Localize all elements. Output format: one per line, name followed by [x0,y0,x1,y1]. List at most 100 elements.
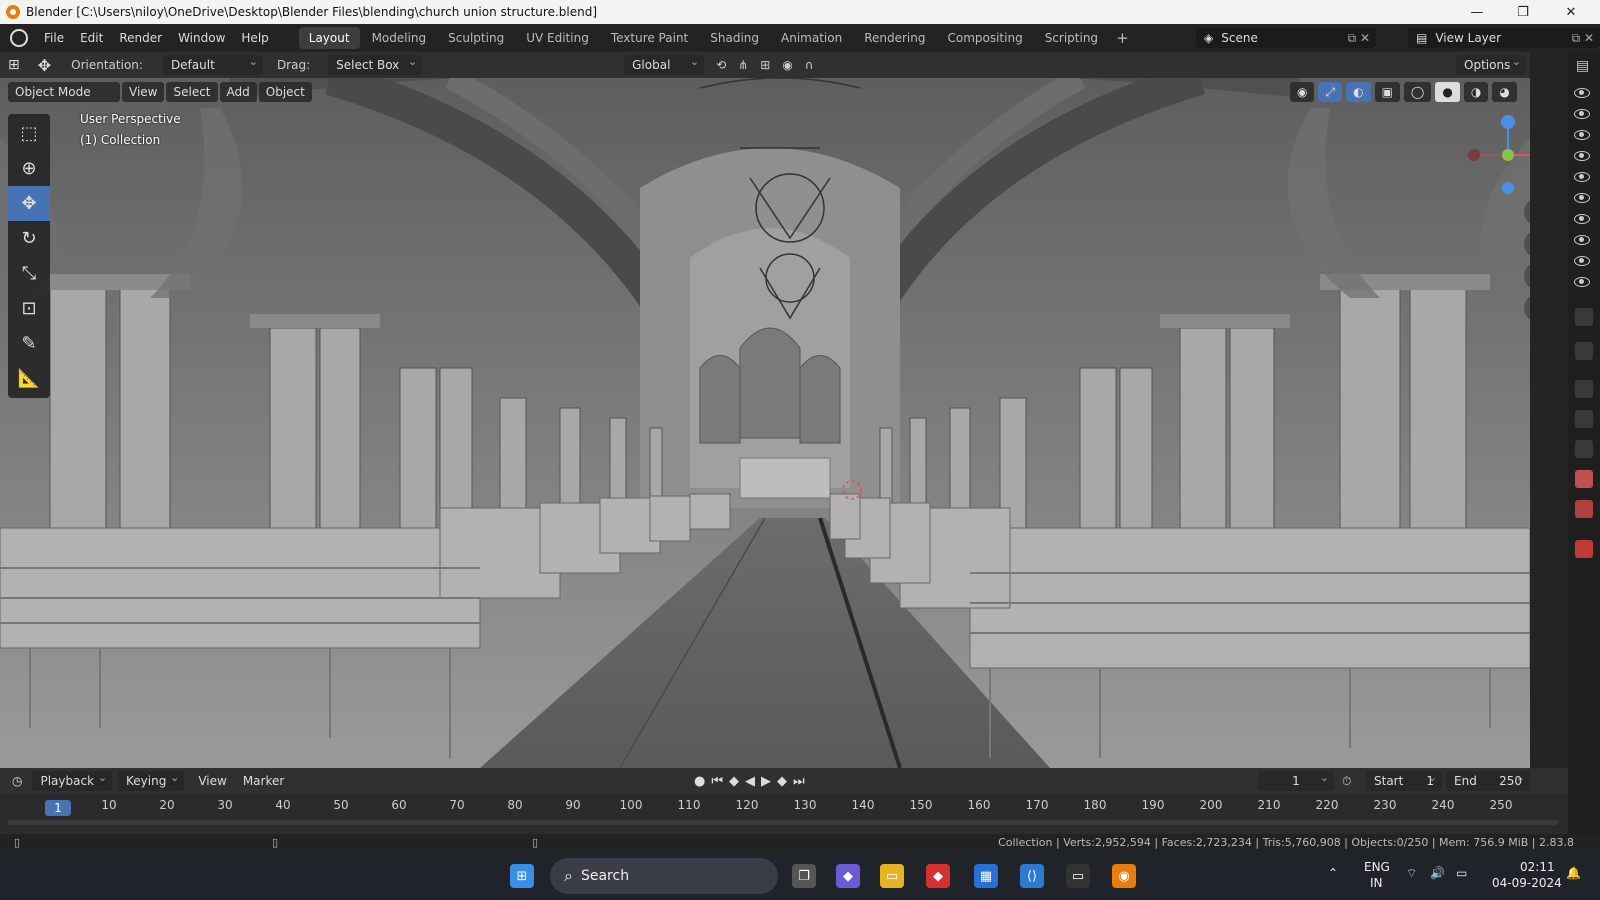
pivot-point-icon[interactable]: ⟲ [716,58,726,72]
jump-end-icon[interactable]: ⏭ [793,774,811,789]
output-properties-tab-icon[interactable] [1575,410,1593,428]
store-icon[interactable]: ▦ [974,864,998,888]
preview-range-icon[interactable]: ⏱ [1342,774,1351,789]
blender-menu-icon[interactable] [10,29,28,47]
rotate-tool-icon[interactable]: ↻ [8,221,50,256]
jump-start-icon[interactable]: ⏮ [711,774,729,789]
timeline-editor[interactable]: ◷ Playback Keying View Marker ●⏮◆◀▶◆⏭ 1 … [0,768,1568,834]
new-view-layer-icon[interactable]: ⧉ ✕ [1572,31,1594,46]
visibility-eye-icon[interactable] [1574,109,1590,119]
transform-orientation-dropdown[interactable]: Global [624,52,705,75]
tab-shading[interactable]: Shading [700,27,769,49]
drag-dropdown[interactable]: Select Box [328,52,423,75]
visibility-eye-icon[interactable] [1574,235,1590,245]
timeline-view-menu[interactable]: View [190,767,234,795]
copilot-icon[interactable]: ◆ [836,864,860,888]
wifi-icon[interactable]: ⌔ [1406,866,1417,881]
battery-icon[interactable]: ▭ [1456,866,1467,880]
visibility-eye-icon[interactable] [1574,256,1590,266]
viewport-menu-object[interactable]: Object [258,82,312,102]
minimize-icon[interactable]: — [1454,0,1500,24]
tool-properties-tab-icon[interactable] [1575,308,1593,326]
end-frame-field[interactable]: End 250 [1446,768,1530,791]
keying-menu[interactable]: Keying [118,768,185,791]
visibility-eye-icon[interactable] [1574,88,1590,98]
wrench-properties-tab-icon[interactable] [1575,342,1593,360]
overlays-toggle-icon[interactable]: ◐ [1346,82,1371,102]
language-eng[interactable]: ENG [1364,860,1390,874]
material-shading-icon[interactable]: ◑ [1463,82,1489,102]
render-properties-tab-icon[interactable] [1575,380,1593,398]
visibility-eye-icon[interactable] [1574,277,1590,287]
timeline-scrollbar[interactable] [8,820,1558,825]
falloff-icon[interactable]: ∩ [805,58,814,72]
playhead[interactable]: 1 [45,800,71,816]
visibility-icon[interactable]: ◉ [1290,82,1315,102]
gizmo-toggle-icon[interactable]: ⤢ [1318,82,1343,102]
restore-icon[interactable]: ❐ [1500,0,1546,24]
annotate-tool-icon[interactable]: ✎ [8,326,50,361]
windows-start-icon[interactable]: ⊞ [510,864,534,888]
view-layer-selector[interactable]: ▤ View Layer ⧉ ✕ [1408,28,1600,48]
timeline-ruler[interactable]: 10 20 30 40 50 60 70 80 90 100 110 120 1… [0,798,1550,816]
add-workspace-icon[interactable]: + [1110,29,1135,47]
rendered-shading-icon[interactable]: ◕ [1492,82,1517,102]
tab-rendering[interactable]: Rendering [854,27,935,49]
tab-modeling[interactable]: Modeling [362,27,437,49]
tab-scripting[interactable]: Scripting [1035,27,1108,49]
viewport-menu-select[interactable]: Select [166,82,218,102]
clock-time[interactable]: 02:11 [1520,860,1555,874]
menu-file[interactable]: File [36,24,72,52]
snap-icon[interactable]: ⋔ [738,58,748,72]
menu-window[interactable]: Window [170,24,233,52]
scene-properties-tab-icon[interactable] [1575,470,1593,488]
solid-shading-icon[interactable]: ● [1435,82,1460,102]
tab-layout[interactable]: Layout [298,27,360,49]
tab-compositing[interactable]: Compositing [937,27,1032,49]
menu-render[interactable]: Render [111,24,170,52]
texture-properties-tab-icon[interactable] [1575,540,1593,558]
measure-tool-icon[interactable]: 📐 [8,361,50,396]
playback-menu[interactable]: Playback [32,768,113,791]
orientation-dropdown[interactable]: Default [162,52,263,75]
record-icon[interactable]: ● [694,774,711,789]
viewport-menu-view[interactable]: View [122,82,165,102]
proportional-edit-icon[interactable]: ◉ [782,58,792,72]
tab-animation[interactable]: Animation [771,27,852,49]
play-reverse-icon[interactable]: ◀ [745,774,761,789]
tray-chevron-icon[interactable]: ⌃ [1328,866,1338,880]
tab-uv-editing[interactable]: UV Editing [516,27,599,49]
tab-sculpting[interactable]: Sculpting [438,27,514,49]
scale-tool-icon[interactable]: ⤡ [8,256,50,291]
play-icon[interactable]: ▶ [761,774,777,789]
editor-type-icon[interactable]: ⊞ [8,57,20,73]
visibility-eye-icon[interactable] [1574,172,1590,182]
cursor-tool-icon[interactable]: ⊕ [8,151,50,186]
app-diamond-icon[interactable]: ◆ [926,864,950,888]
file-explorer-icon[interactable]: ▭ [880,864,904,888]
visibility-eye-icon[interactable] [1574,151,1590,161]
select-box-tool-icon[interactable]: ⬚ [8,116,50,151]
timeline-editor-icon[interactable]: ◷ [12,774,22,788]
transform-tool-icon[interactable]: ⊡ [8,291,50,326]
close-icon[interactable]: ✕ [1548,0,1594,24]
viewport-menu-add[interactable]: Add [219,82,257,102]
visibility-eye-icon[interactable] [1574,130,1590,140]
navigation-gizmo[interactable] [1460,110,1530,200]
visibility-eye-icon[interactable] [1574,214,1590,224]
snap-target-icon[interactable]: ⊞ [760,58,770,72]
move-tool-button-icon[interactable]: ✥ [8,186,50,221]
volume-icon[interactable]: 🔊 [1430,866,1445,880]
menu-edit[interactable]: Edit [72,24,111,52]
view-layer-properties-tab-icon[interactable] [1575,440,1593,458]
current-frame-field[interactable]: 1 [1258,768,1334,791]
new-scene-icon[interactable]: ⧉ ✕ [1348,31,1370,46]
terminal-icon[interactable]: ▭ [1066,864,1090,888]
blender-taskbar-icon[interactable]: ◉ [1112,864,1136,888]
3d-viewport[interactable]: Object Mode View Select Add Object ◉ ⤢ ◐… [0,78,1530,768]
notifications-icon[interactable]: 🔔 [1566,866,1581,880]
outliner-editor-icon[interactable]: ▤ [1576,58,1589,74]
world-properties-tab-icon[interactable] [1575,500,1593,518]
task-view-icon[interactable]: ❐ [792,864,816,888]
wireframe-shading-icon[interactable]: ◯ [1403,82,1432,102]
